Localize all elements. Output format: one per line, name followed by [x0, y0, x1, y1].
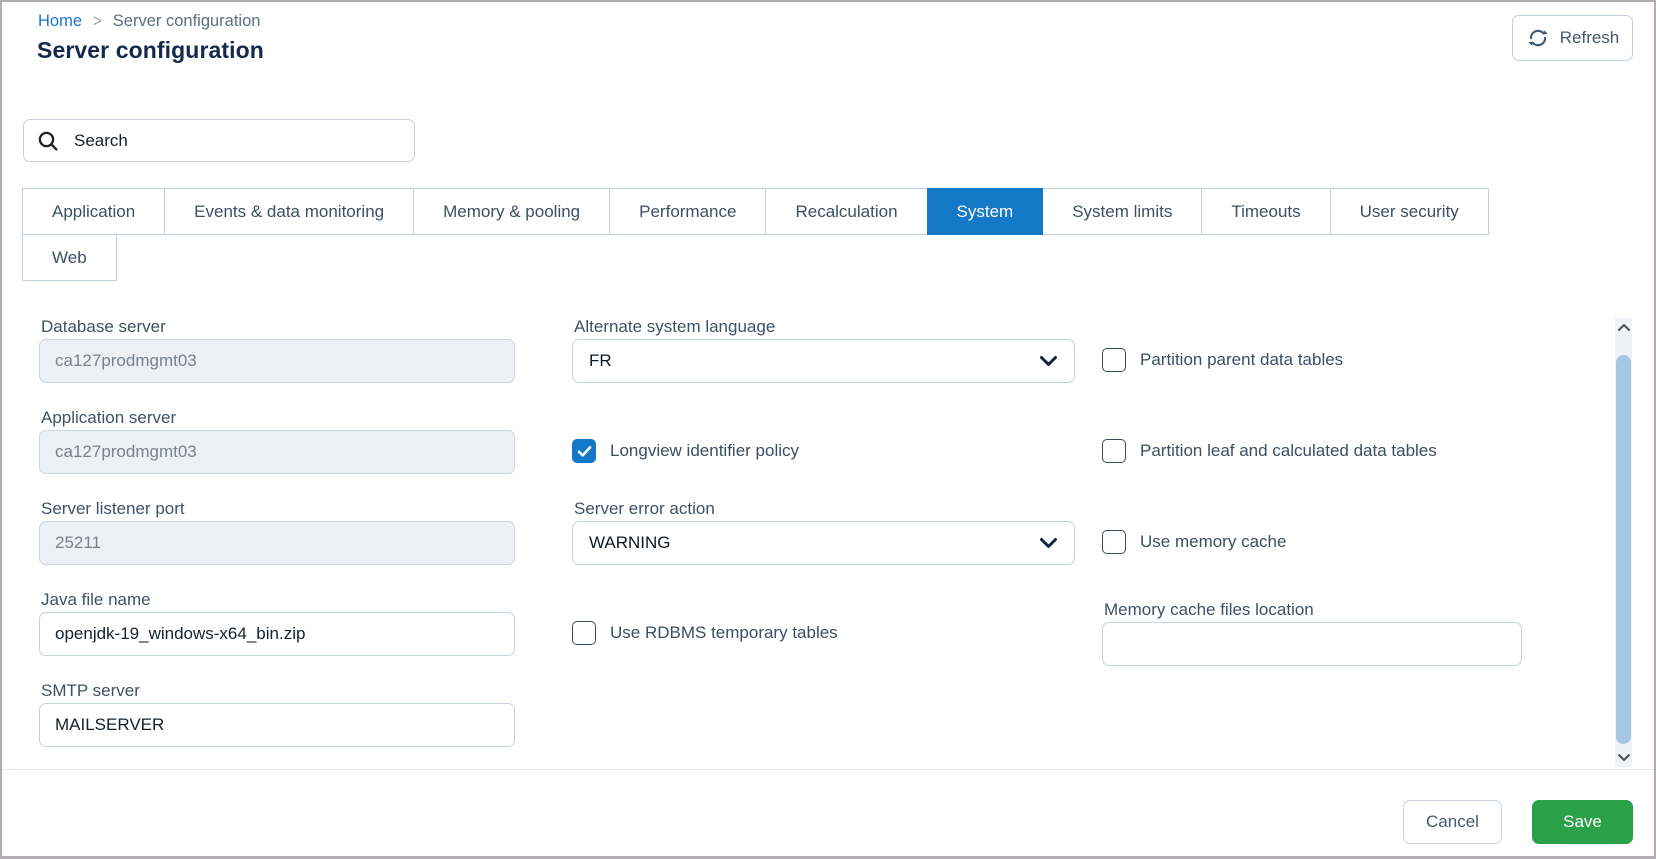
checkbox-label: Longview identifier policy — [610, 441, 799, 460]
search-input[interactable] — [72, 120, 402, 161]
scroll-down-icon[interactable] — [1617, 753, 1630, 762]
checkbox-use-memory-cache[interactable]: Use memory cache — [1102, 530, 1286, 554]
tab-application[interactable]: Application — [22, 188, 166, 235]
tab-recalculation[interactable]: Recalculation — [765, 188, 928, 235]
breadcrumb-home-link[interactable]: Home — [38, 12, 82, 31]
server-error-action-label: Server error action — [574, 499, 715, 518]
checkbox-label: Partition parent data tables — [1140, 350, 1344, 369]
smtp-server-label: SMTP server — [41, 681, 140, 700]
tab-web[interactable]: Web — [22, 234, 117, 281]
memory-cache-files-location-input[interactable] — [1102, 622, 1522, 666]
select-value: FR — [589, 351, 612, 370]
tab-system-limits[interactable]: System limits — [1042, 188, 1203, 235]
select-value: WARNING — [589, 533, 671, 552]
check-icon — [577, 445, 591, 457]
tab-row-1: Application Events & data monitoring Mem… — [22, 188, 1489, 235]
chevron-down-icon — [1040, 356, 1057, 366]
tab-performance[interactable]: Performance — [609, 188, 767, 235]
alternate-system-language-select[interactable]: FR — [572, 339, 1075, 383]
server-configuration-page: Home > Server configuration Server confi… — [0, 0, 1656, 859]
breadcrumb: Home > Server configuration — [38, 11, 261, 32]
checkbox-partition-parent-data-tables[interactable]: Partition parent data tables — [1102, 348, 1343, 372]
checkbox[interactable] — [572, 439, 596, 463]
scroll-up-icon[interactable] — [1617, 323, 1630, 332]
checkbox[interactable] — [1102, 348, 1126, 372]
tab-memory-pooling[interactable]: Memory & pooling — [413, 188, 611, 235]
field-smtp-server: SMTP server — [39, 674, 515, 747]
checkbox-label: Partition leaf and calculated data table… — [1140, 441, 1437, 460]
field-server-error-action: Server error action WARNING — [572, 492, 1075, 565]
tab-timeouts[interactable]: Timeouts — [1201, 188, 1331, 235]
tab-system[interactable]: System — [926, 188, 1044, 235]
checkbox[interactable] — [1102, 530, 1126, 554]
breadcrumb-separator-icon: > — [93, 11, 102, 32]
application-server-input — [39, 430, 515, 474]
tab-row-2: Web — [22, 234, 1489, 281]
database-server-label: Database server — [41, 317, 166, 336]
java-file-name-label: Java file name — [41, 590, 151, 609]
breadcrumb-current: Server configuration — [112, 12, 261, 30]
refresh-button-label: Refresh — [1559, 28, 1620, 47]
memory-cache-files-location-label: Memory cache files location — [1104, 600, 1314, 619]
search-icon — [38, 131, 58, 151]
vertical-scrollbar[interactable] — [1615, 318, 1632, 767]
cancel-button[interactable]: Cancel — [1403, 800, 1502, 844]
form-area: Database server Application server Serve… — [2, 310, 1654, 760]
checkbox-longview-identifier-policy[interactable]: Longview identifier policy — [572, 439, 799, 463]
application-server-label: Application server — [41, 408, 177, 427]
field-java-file-name: Java file name — [39, 583, 515, 656]
footer-bar: Cancel Save — [2, 769, 1654, 856]
field-server-listener-port: Server listener port — [39, 492, 515, 565]
tab-bar: Application Events & data monitoring Mem… — [22, 188, 1489, 281]
search-bar — [23, 119, 415, 162]
field-memory-cache-files-location: Memory cache files location — [1102, 593, 1522, 666]
alternate-system-language-label: Alternate system language — [574, 317, 776, 336]
field-database-server: Database server — [39, 310, 515, 383]
tab-events-data-monitoring[interactable]: Events & data monitoring — [164, 188, 415, 235]
field-alternate-system-language: Alternate system language FR — [572, 310, 1075, 383]
server-listener-port-label: Server listener port — [41, 499, 185, 518]
checkbox-partition-leaf-and-calculated-data-tables[interactable]: Partition leaf and calculated data table… — [1102, 439, 1437, 463]
scrollbar-thumb[interactable] — [1616, 355, 1631, 744]
checkbox[interactable] — [1102, 439, 1126, 463]
server-error-action-select[interactable]: WARNING — [572, 521, 1075, 565]
save-button[interactable]: Save — [1532, 800, 1633, 844]
checkbox-label: Use RDBMS temporary tables — [610, 623, 838, 642]
chevron-down-icon — [1040, 538, 1057, 548]
checkbox[interactable] — [572, 621, 596, 645]
refresh-button[interactable]: Refresh — [1512, 15, 1633, 61]
checkbox-use-rdbms-temporary-tables[interactable]: Use RDBMS temporary tables — [572, 621, 838, 645]
field-application-server: Application server — [39, 401, 515, 474]
server-listener-port-input — [39, 521, 515, 565]
form-column-middle: Alternate system language FR Longview id… — [572, 310, 1075, 760]
form-column-right: Partition parent data tables Partition l… — [1102, 310, 1522, 760]
smtp-server-input[interactable] — [39, 703, 515, 747]
page-title: Server configuration — [37, 37, 264, 63]
java-file-name-input[interactable] — [39, 612, 515, 656]
checkbox-label: Use memory cache — [1140, 532, 1287, 551]
tab-user-security[interactable]: User security — [1329, 188, 1489, 235]
refresh-icon — [1528, 29, 1548, 47]
form-column-left: Database server Application server Serve… — [39, 310, 515, 760]
database-server-input — [39, 339, 515, 383]
